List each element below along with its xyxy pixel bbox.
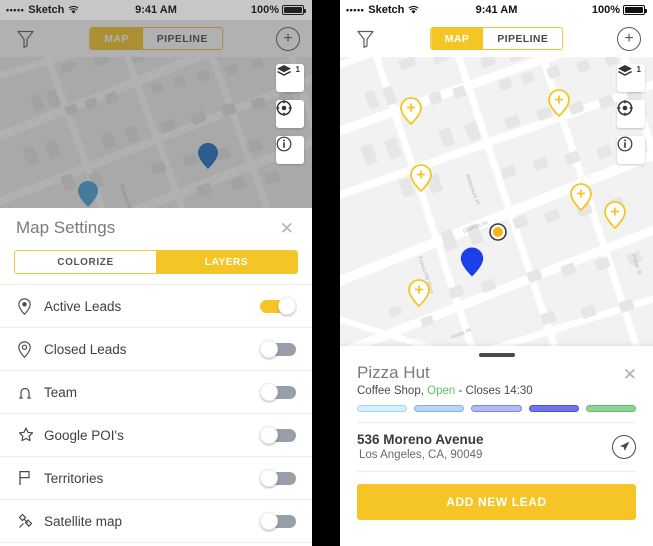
tab-layers[interactable]: LAYERS <box>156 251 297 273</box>
list-item-label: Google POI's <box>44 427 124 443</box>
filter-button[interactable] <box>12 26 38 52</box>
layers-button[interactable]: 1 <box>276 64 304 92</box>
map-pin-current[interactable] <box>460 247 484 277</box>
address-line-2: Los Angeles, CA, 90049 <box>359 449 483 462</box>
tab-map[interactable]: MAP <box>430 28 484 49</box>
place-category: Coffee Shop, <box>357 385 424 398</box>
clock-label: 9:41 AM <box>135 4 177 16</box>
person-icon <box>18 384 44 400</box>
layers-list: Active Leads Closed Leads Team Google PO… <box>0 284 312 543</box>
map-pin[interactable] <box>78 181 98 207</box>
add-button[interactable]: + <box>276 26 300 51</box>
map-settings-tabs: COLORIZE LAYERS <box>14 250 298 274</box>
divider <box>357 471 636 473</box>
navigate-button[interactable] <box>612 434 636 459</box>
map-pin-add[interactable] <box>400 97 422 125</box>
add-new-lead-button[interactable]: ADD NEW LEAD <box>357 484 636 521</box>
place-hours: - Closes 14:30 <box>458 385 533 398</box>
status-bar: ••••• Sketch 9:41 AM 100% <box>0 0 312 20</box>
tab-pipeline[interactable]: PIPELINE <box>483 28 563 49</box>
layers-badge: 1 <box>295 65 300 74</box>
address-line-1: 536 Moreno Avenue <box>357 432 484 448</box>
list-item-label: Territories <box>44 470 104 486</box>
page-title: Map Settings <box>16 218 116 237</box>
map-pin-add[interactable] <box>410 164 432 192</box>
rating-pills <box>340 397 653 413</box>
list-item[interactable]: Closed Leads <box>0 328 312 371</box>
list-item[interactable]: Territories <box>0 457 312 500</box>
map-settings-sheet: Map Settings ✕ COLORIZE LAYERS Active Le… <box>0 208 312 546</box>
info-button[interactable] <box>276 136 304 164</box>
toggle-google-pois[interactable] <box>260 426 296 444</box>
filter-button[interactable] <box>352 26 378 52</box>
map-marker-selected[interactable] <box>489 223 507 241</box>
list-item-label: Team <box>44 384 78 400</box>
map-canvas-left[interactable]: Beaumont Pl 1 <box>0 57 312 208</box>
map-pin[interactable] <box>198 143 218 169</box>
toggle-team[interactable] <box>260 383 296 401</box>
battery-icon <box>623 5 647 15</box>
place-card: Pizza Hut ✕ Coffee Shop, Open - Closes 1… <box>340 346 653 546</box>
list-item[interactable]: Google POI's <box>0 414 312 457</box>
view-tabs: MAP PIPELINE <box>89 27 223 50</box>
list-item-label: Active Leads <box>44 298 122 314</box>
phone-left: ••••• Sketch 9:41 AM 100% MAP PIPELINE + <box>0 0 312 546</box>
map-pin-add[interactable] <box>408 279 430 307</box>
map-pin-add[interactable] <box>570 183 592 211</box>
toggle-satellite-map[interactable] <box>260 512 296 530</box>
map-controls-left: 1 <box>276 64 304 172</box>
list-item-label: Satellite map <box>44 513 123 529</box>
toggle-closed-leads[interactable] <box>260 340 296 358</box>
list-item[interactable]: Satellite map <box>0 500 312 543</box>
star-icon <box>18 427 44 443</box>
view-tabs: MAP PIPELINE <box>429 27 564 50</box>
rating-pill <box>471 405 522 413</box>
tab-colorize[interactable]: COLORIZE <box>15 251 156 273</box>
map-pin-add[interactable] <box>548 89 570 117</box>
list-item-label: Closed Leads <box>44 341 127 357</box>
screenshot-stage: ••••• Sketch 9:41 AM 100% MAP PIPELINE + <box>0 0 653 546</box>
locate-button[interactable] <box>276 100 304 128</box>
clock-label: 9:41 AM <box>475 4 518 16</box>
map-canvas-right[interactable]: Beaumont Pl Grafton Av Forest Hill Pkwy … <box>340 57 653 346</box>
tab-map[interactable]: MAP <box>90 28 143 49</box>
battery-icon <box>282 5 306 15</box>
map-settings-header: Map Settings ✕ <box>0 208 312 248</box>
tab-pipeline[interactable]: PIPELINE <box>142 28 222 49</box>
rating-pill <box>357 405 408 413</box>
satellite-icon <box>18 513 44 529</box>
top-nav: MAP PIPELINE + <box>0 20 312 57</box>
map-controls-right: 1 <box>617 64 645 172</box>
top-nav: MAP PIPELINE + <box>340 20 653 57</box>
add-button[interactable]: + <box>617 26 641 51</box>
status-badge: Open <box>427 385 456 398</box>
info-button[interactable] <box>617 136 645 164</box>
layers-badge: 1 <box>636 65 641 74</box>
place-subtitle: Coffee Shop, Open - Closes 14:30 <box>340 383 653 397</box>
toggle-active-leads[interactable] <box>260 297 296 315</box>
locate-button[interactable] <box>617 100 645 128</box>
list-item[interactable]: Team <box>0 371 312 414</box>
phone-right: ••••• Sketch 9:41 AM 100% MAP PIPELINE + <box>340 0 653 546</box>
flag-icon <box>18 470 44 486</box>
rating-pill <box>585 405 637 413</box>
toggle-territories[interactable] <box>260 469 296 487</box>
list-item[interactable]: Active Leads <box>0 285 312 328</box>
map-pin-add[interactable] <box>604 201 626 229</box>
address-text: 536 Moreno Avenue Los Angeles, CA, 90049 <box>357 432 484 461</box>
pin-outline-icon <box>18 340 44 358</box>
address-block: 536 Moreno Avenue Los Angeles, CA, 90049 <box>340 423 653 461</box>
status-bar: ••••• Sketch 9:41 AM 100% <box>340 0 653 20</box>
rating-pill <box>528 405 579 413</box>
rating-pill <box>414 405 465 413</box>
place-card-header: Pizza Hut ✕ <box>340 357 653 383</box>
layers-button[interactable]: 1 <box>617 64 645 92</box>
close-icon[interactable]: ✕ <box>623 366 637 383</box>
close-icon[interactable]: ✕ <box>280 220 294 237</box>
pin-filled-icon <box>18 297 44 315</box>
place-title: Pizza Hut <box>357 363 430 382</box>
